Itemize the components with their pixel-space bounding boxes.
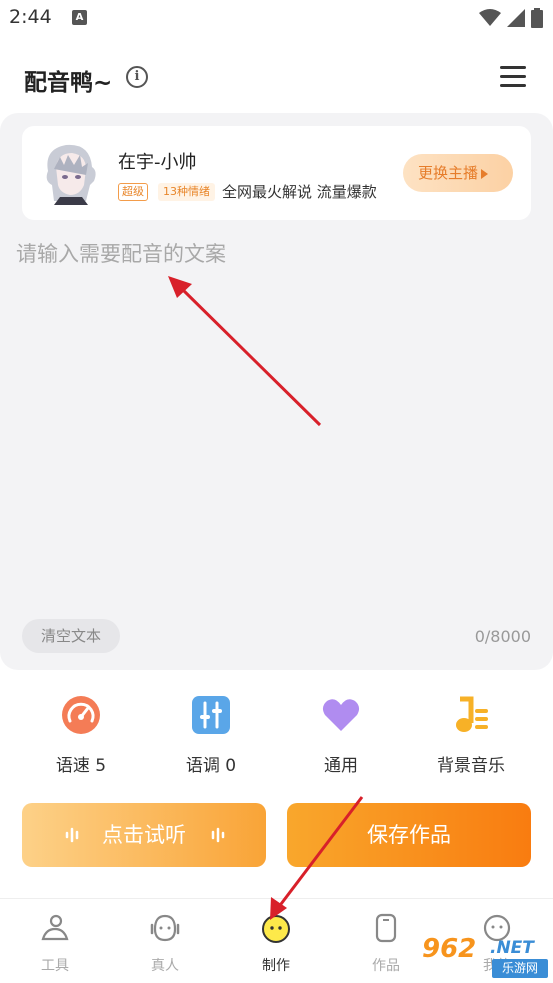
tools-person-icon — [41, 914, 69, 941]
menu-icon[interactable] — [500, 66, 526, 88]
sound-wave-icon — [211, 827, 225, 843]
battery-icon — [531, 8, 543, 28]
anchor-card[interactable]: 在宇-小帅 超级 13种情绪 全网最火解说 流量爆款 更换主播 — [22, 126, 531, 220]
switch-anchor-label: 更换主播 — [418, 164, 479, 182]
headset-face-icon — [150, 914, 180, 942]
watermark-number: 962 — [422, 934, 477, 964]
nav-create-label: 制作 — [262, 958, 290, 974]
signal-icon — [507, 9, 525, 27]
tool-style[interactable]: 通用 — [281, 695, 401, 776]
tool-tone[interactable]: 语调 0 — [151, 695, 271, 776]
nav-tools-label: 工具 — [41, 958, 69, 974]
tool-bgm-label: 背景音乐 — [437, 756, 505, 776]
heart-icon — [322, 699, 360, 731]
watermark-logo: 962 .NET 乐游网 — [414, 934, 549, 980]
speed-gauge-icon — [62, 696, 100, 734]
nav-create[interactable]: 制作 — [221, 913, 331, 975]
clear-text-button[interactable]: 清空文本 — [22, 619, 120, 653]
preview-button[interactable]: 点击试听 — [22, 803, 266, 867]
anchor-description: 全网最火解说 流量爆款 — [222, 183, 377, 201]
tool-speed-label: 语速 5 — [55, 756, 107, 776]
preview-label: 点击试听 — [102, 823, 186, 847]
nav-human-label: 真人 — [151, 958, 179, 974]
info-icon[interactable]: i — [126, 66, 148, 88]
play-triangle-icon — [481, 168, 489, 179]
nav-human[interactable]: 真人 — [110, 913, 220, 975]
status-bar: 2:44 A — [0, 0, 553, 38]
avatar — [46, 144, 96, 205]
editor-panel: 在宇-小帅 超级 13种情绪 全网最火解说 流量爆款 更换主播 清空文本 0/8… — [0, 113, 553, 670]
level-badge: 超级 — [118, 183, 148, 201]
emotion-badge: 13种情绪 — [158, 183, 215, 201]
tools-row: 语速 5 语调 0 通用 背景音乐 — [0, 690, 553, 780]
tool-speed[interactable]: 语速 5 — [21, 695, 141, 776]
save-work-button[interactable]: 保存作品 — [287, 803, 531, 867]
notification-icon: A — [72, 10, 87, 25]
watermark-domain: .NET — [490, 938, 534, 958]
switch-anchor-button[interactable]: 更换主播 — [403, 154, 513, 192]
wifi-icon — [479, 9, 501, 26]
nav-tools[interactable]: 工具 — [0, 913, 110, 975]
tool-style-label: 通用 — [324, 756, 358, 776]
tool-tone-label: 语调 0 — [185, 756, 237, 776]
status-time: 2:44 — [9, 6, 52, 28]
sound-wave-icon — [65, 827, 79, 843]
phone-icon — [375, 913, 397, 943]
title-bar: 配音鸭~ i — [0, 38, 553, 114]
tone-sliders-icon — [192, 696, 230, 734]
anchor-name: 在宇-小帅 — [118, 152, 197, 173]
script-input[interactable] — [16, 238, 536, 598]
char-count: 0/8000 — [474, 627, 531, 646]
watermark-site: 乐游网 — [492, 959, 548, 978]
status-icons — [479, 7, 543, 29]
tool-bgm[interactable]: 背景音乐 — [411, 695, 531, 776]
music-note-icon — [456, 696, 488, 732]
smiley-face-icon — [262, 915, 290, 943]
page-title: 配音鸭~ — [24, 70, 113, 96]
